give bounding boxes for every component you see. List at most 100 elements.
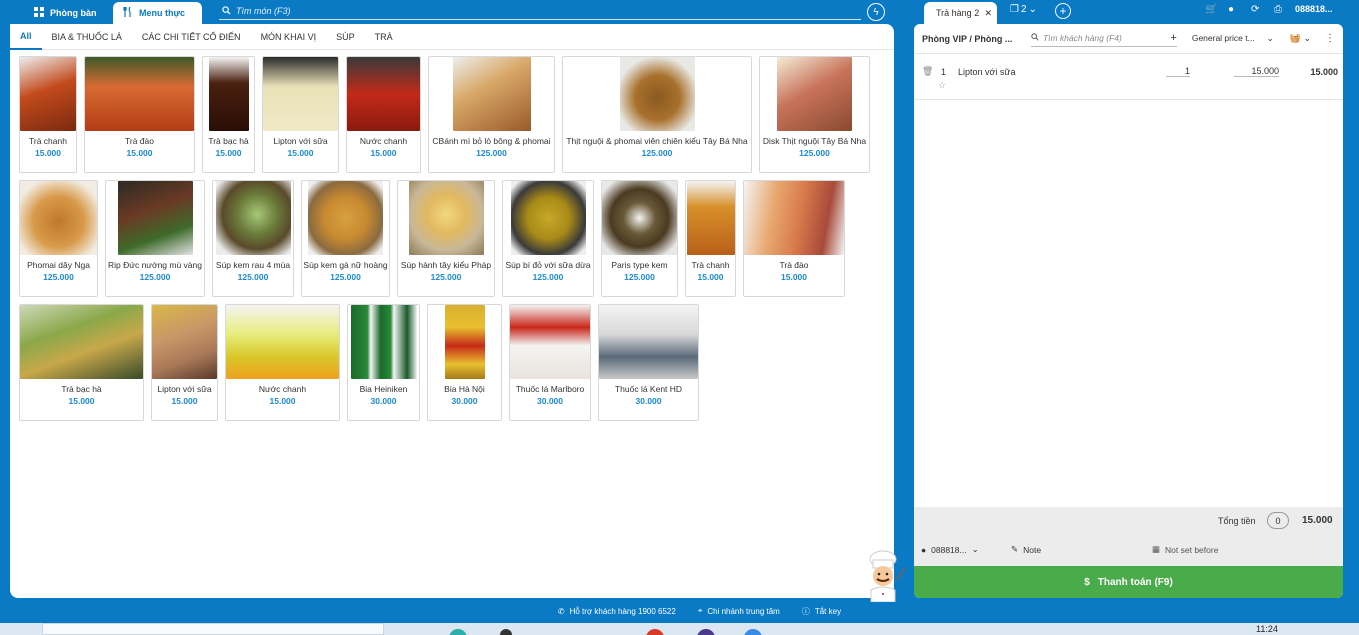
product-image [20,305,143,379]
cart-icon[interactable]: 🛒 [1205,4,1217,15]
category-soup[interactable]: SÚP [326,24,365,50]
product-card[interactable]: CBánh mì bỏ lò bông & phomai 125.000 [428,56,555,173]
product-name: Bia Heiniken [359,384,408,394]
product-card[interactable]: Nước chanh 15.000 [346,56,421,173]
line-index: 1 [941,67,947,77]
order-tab-bar: Trả hàng 2 ✕ ❐ 2 ⌄ + 🛒 ● ⟳ ⎙ 088818... [918,0,1359,24]
product-image [226,305,339,379]
product-name: Nước chanh [258,384,307,394]
product-card[interactable]: Paris type kem 125.000 [601,180,678,297]
product-card[interactable]: Thuốc lá Marlboro 30.000 [509,304,591,421]
product-price: 15.000 [126,148,153,158]
product-card[interactable]: Trà bạc hà 15.000 [19,304,144,421]
product-card[interactable]: Rip Đức nướng mù vàng 125.000 [105,180,205,297]
product-grid: Trà chanh 15.000 Trà đào 15.000 Trà bạc … [19,56,889,428]
search-input[interactable] [236,6,836,16]
product-card[interactable]: Lipton với sữa 15.000 [151,304,218,421]
product-card[interactable]: Súp kem gà nữ hoàng 125.000 [301,180,390,297]
order-header: Phòng VIP / Phòng ... Tìm khách hàng (F4… [914,24,1343,54]
product-card[interactable]: Lipton với sữa 15.000 [262,56,339,173]
category-tea[interactable]: TRÀ [365,24,403,50]
product-price: 125.000 [624,272,655,282]
support-link[interactable]: ✆ Hỗ trợ khách hàng 1900 6522 [558,604,676,618]
order-count-dropdown[interactable]: ❐ 2 ⌄ [1010,4,1037,15]
app-icon[interactable] [646,629,664,635]
app-icon[interactable] [449,629,467,635]
product-image [203,57,254,131]
product-card[interactable]: Trà đào 15.000 [743,180,845,297]
product-price: 15.000 [68,396,95,406]
product-card[interactable]: Súp kem rau 4 mùa 125.000 [212,180,294,297]
product-card[interactable]: Disk Thịt nguội Tây Bá Nha 125.000 [759,56,870,173]
add-order-icon[interactable]: + [1055,3,1071,19]
line-quantity[interactable]: 1 [1166,66,1190,77]
category-beer-tobacco[interactable]: BIA & THUỐC LÁ [42,24,132,50]
key-toggle[interactable]: ⓘ Tắt key [802,604,841,618]
not-set-label: Not set before [1165,544,1219,555]
product-image [602,181,677,255]
product-name: Bia Hà Nội [444,384,485,394]
category-appetizer[interactable]: MÓN KHAI VỊ [251,24,327,50]
product-price: 125.000 [430,272,462,282]
close-icon[interactable]: ✕ [984,8,992,19]
product-name: Súp kem rau 4 mùa [215,260,291,270]
note-button[interactable]: ✎ Note [1011,544,1041,555]
schedule-button[interactable]: ▦ Not set before [1152,544,1218,555]
lightning-icon[interactable]: ϟ [867,3,885,21]
product-card[interactable]: Súp hành tây kiểu Pháp 125.000 [397,180,495,297]
category-all[interactable]: All [10,24,42,50]
app-icon[interactable] [500,629,512,635]
product-image [429,57,554,131]
order-tab[interactable]: Trả hàng 2 ✕ [924,2,997,24]
product-card[interactable]: Bia Heiniken 30.000 [347,304,420,421]
product-image [760,57,869,131]
menu-search[interactable] [219,3,861,20]
staff-selector[interactable]: ● 088818... ⌄ [921,544,979,555]
line-price[interactable]: 15.000 [1234,66,1279,77]
tab-rooms[interactable]: Phòng bàn [24,2,107,24]
customer-search[interactable]: Tìm khách hàng (F4) + [1030,30,1177,47]
product-card[interactable]: Trà chanh 15.000 [19,56,77,173]
app-icon[interactable] [744,629,762,635]
product-image [503,181,593,255]
tab-menu[interactable]: Menu thực [113,2,202,24]
search-icon [222,5,231,17]
basket-dropdown-icon[interactable]: 🧺 ⌄ [1290,33,1311,44]
product-card[interactable]: Trà chanh 15.000 [685,180,736,297]
product-card[interactable]: Thịt nguội & phomai viên chiên kiểu Tây … [562,56,752,173]
account-phone[interactable]: 088818... [1295,4,1333,14]
category-classic[interactable]: CÁC CHI TIẾT CỔ ĐIỂN [132,24,251,50]
pay-button[interactable]: $ Thanh toán (F9) [914,566,1343,598]
price-list-select[interactable]: General price t... ⌄ [1192,33,1274,44]
product-price: 125.000 [237,272,269,282]
refresh-icon[interactable]: ⟳ [1251,4,1259,15]
product-card[interactable]: Nước chanh 15.000 [225,304,340,421]
order-line[interactable]: 🗑 1 ☆ Lipton với sữa 1 15.000 15.000 [914,58,1343,100]
more-icon[interactable]: ⋮ [1325,33,1335,44]
add-customer-icon[interactable]: + [1170,32,1176,44]
pencil-icon: ✎ [1011,544,1019,554]
product-row: Trà chanh 15.000 Trà đào 15.000 Trà bạc … [19,56,889,173]
product-price: 15.000 [370,148,397,158]
product-card[interactable]: Trà bạc hà 15.000 [202,56,255,173]
product-image [263,57,338,131]
location-icon: ⌖ [697,606,703,615]
taskbar-search[interactable] [42,623,384,635]
category-tabs: All BIA & THUỐC LÁ CÁC CHI TIẾT CỔ ĐIỂN … [10,24,894,50]
order-footer: Tổng tiền 0 15.000 ● 088818... ⌄ ✎ Note … [914,507,1343,566]
info-icon: ⓘ [801,606,810,616]
trash-icon[interactable]: 🗑 [922,66,933,77]
product-card[interactable]: Thuốc lá Kent HD 30.000 [598,304,699,421]
room-selector[interactable]: Phòng VIP / Phòng ... [922,34,1017,44]
product-card[interactable]: Phomai dây Nga 125.000 [19,180,98,297]
branch-selector[interactable]: ⌖ Chi nhánh trung tâm [698,604,780,618]
product-card[interactable]: Súp bí đỏ với sữa dừa 125.000 [502,180,594,297]
printer-icon[interactable]: ⎙ [1274,4,1282,15]
product-card[interactable]: Trà đào 15.000 [84,56,195,173]
total-label: Tổng tiền [1218,516,1256,526]
product-card[interactable]: Bia Hà Nội 30.000 [427,304,502,421]
app-icon[interactable] [697,629,715,635]
globe-icon[interactable]: ● [1228,4,1234,15]
star-icon[interactable]: ☆ [938,80,946,91]
calendar-icon: ▦ [1152,544,1161,554]
